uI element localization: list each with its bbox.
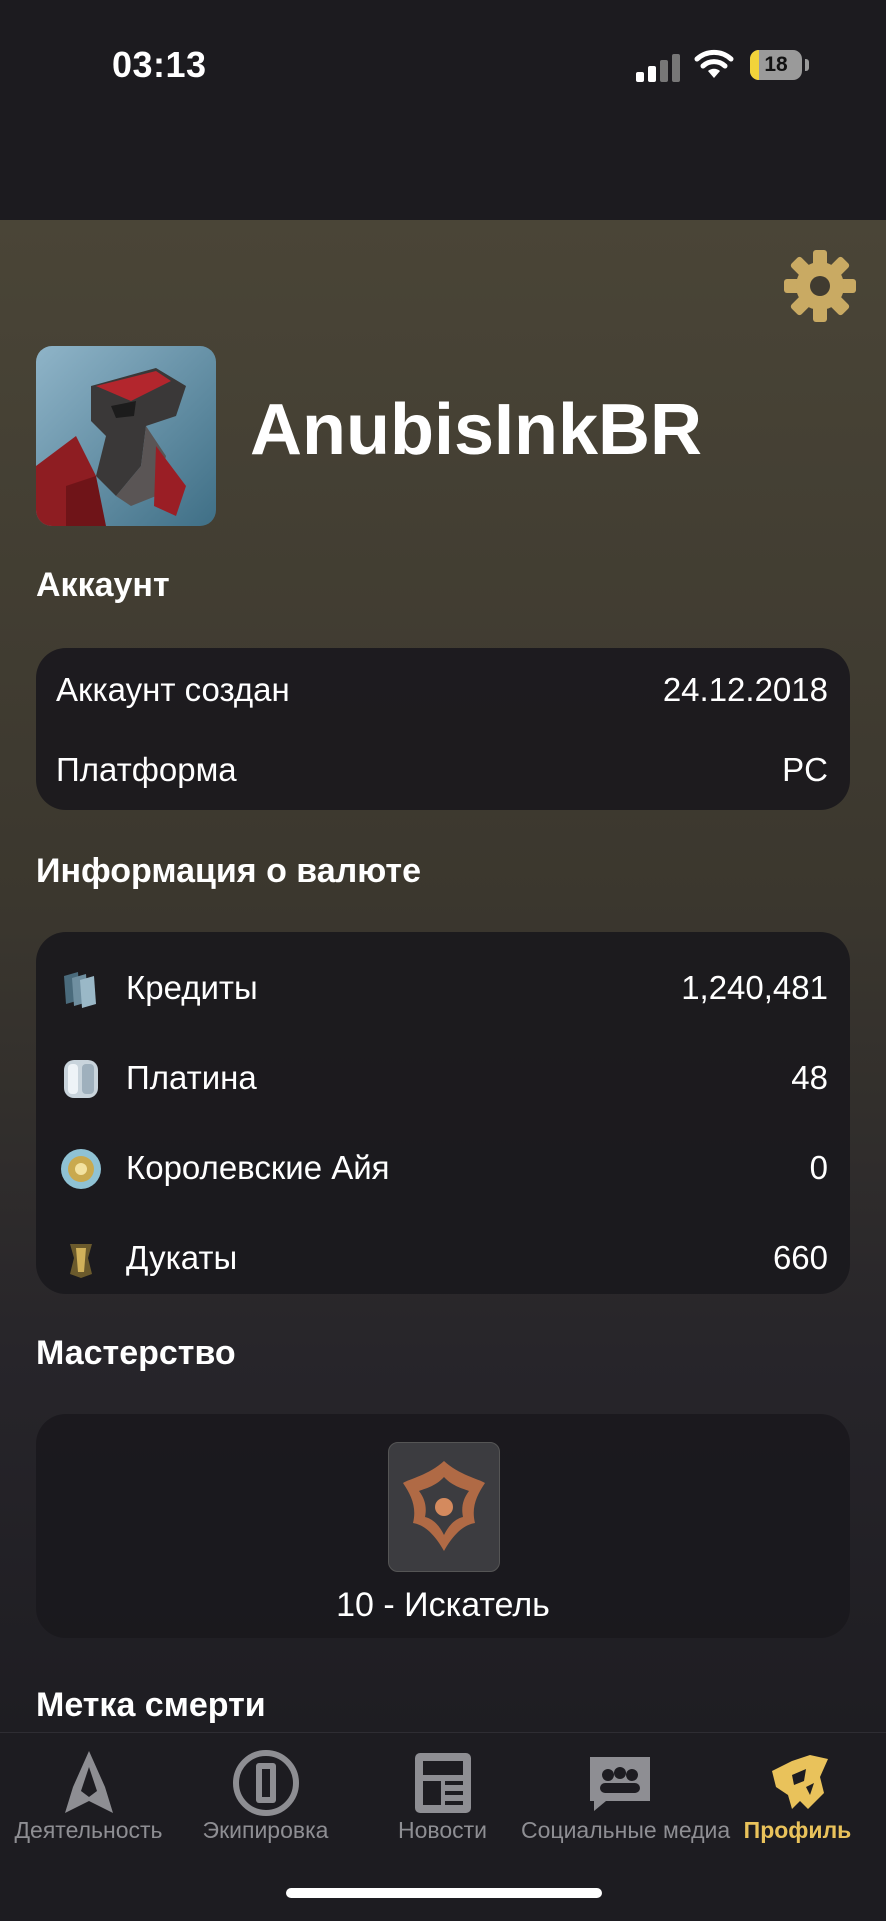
row-label: Аккаунт создан — [56, 671, 290, 708]
account-created-row: Аккаунт создан 24.12.2018 — [36, 650, 850, 730]
currency-card: Кредиты 1,240,481 Платина 48 Королевские… — [36, 932, 850, 1294]
row-label: Платформа — [56, 751, 237, 788]
mastery-rank-icon — [388, 1442, 500, 1572]
news-icon — [414, 1753, 471, 1813]
avatar[interactable] — [36, 346, 216, 526]
tab-label: Новости — [397, 1817, 488, 1843]
row-value: 48 — [791, 1059, 828, 1096]
battery-tip — [805, 59, 809, 71]
row-label: Кредиты — [126, 969, 258, 1006]
social-media-icon — [589, 1757, 650, 1811]
tab-label: Социальные медиа — [521, 1817, 731, 1843]
regal-aya-icon — [61, 1149, 101, 1189]
settings-gear-icon[interactable] — [780, 246, 860, 326]
tab-equipment[interactable]: Экипировка — [177, 1733, 354, 1863]
row-label: Платина — [126, 1059, 257, 1096]
platform-row: Платформа PC — [36, 730, 850, 810]
credits-row: Кредиты 1,240,481 — [36, 948, 850, 1028]
row-value: PC — [782, 751, 828, 788]
wifi-icon — [694, 49, 734, 78]
profile-screen: AnubisInkBR Аккаунт Аккаунт создан 24.12… — [0, 220, 886, 1732]
username: AnubisInkBR — [250, 390, 703, 470]
tab-profile[interactable]: Профиль — [709, 1733, 886, 1863]
row-value: 24.12.2018 — [662, 671, 828, 708]
account-card: Аккаунт создан 24.12.2018 Платформа PC — [36, 648, 850, 810]
tab-label: Экипировка — [202, 1817, 329, 1843]
row-value: 0 — [809, 1149, 828, 1186]
row-label: Дукаты — [126, 1239, 238, 1276]
regal-aya-row: Королевские Айя 0 — [36, 1128, 850, 1208]
platinum-row: Платина 48 — [36, 1038, 850, 1118]
mastery-rank-text: 10 - Искатель — [336, 1586, 550, 1624]
activity-icon — [64, 1751, 113, 1813]
row-value: 660 — [772, 1239, 828, 1276]
battery-level: 18 — [764, 53, 788, 76]
status-bar: 03:13 18 — [0, 0, 886, 220]
ducats-row: Дукаты 660 — [36, 1218, 850, 1298]
home-indicator[interactable] — [286, 1888, 602, 1898]
cellular-signal-icon — [636, 52, 682, 82]
mastery-section-title: Мастерство — [36, 1334, 236, 1372]
mastery-card: 10 - Искатель — [36, 1414, 850, 1638]
account-section-title: Аккаунт — [36, 566, 170, 604]
platinum-icon — [64, 1060, 98, 1098]
tab-label: Деятельность — [14, 1817, 163, 1843]
tab-news[interactable]: Новости — [354, 1733, 531, 1863]
tab-label: Профиль — [743, 1817, 852, 1843]
row-value: 1,240,481 — [681, 969, 828, 1006]
equipment-icon — [232, 1750, 299, 1816]
death-mark-section-title: Метка смерти — [36, 1686, 266, 1724]
profile-icon — [771, 1755, 828, 1809]
battery-icon: 18 — [750, 50, 802, 80]
status-time: 03:13 — [112, 44, 207, 85]
currency-section-title: Информация о валюте — [36, 852, 421, 890]
row-label: Королевские Айя — [126, 1149, 390, 1186]
tab-social-media[interactable]: Социальные медиа — [521, 1733, 730, 1863]
ducats-icon — [70, 1244, 92, 1278]
credits-icon — [64, 972, 96, 1008]
tab-activity[interactable]: Деятельность — [0, 1733, 177, 1863]
